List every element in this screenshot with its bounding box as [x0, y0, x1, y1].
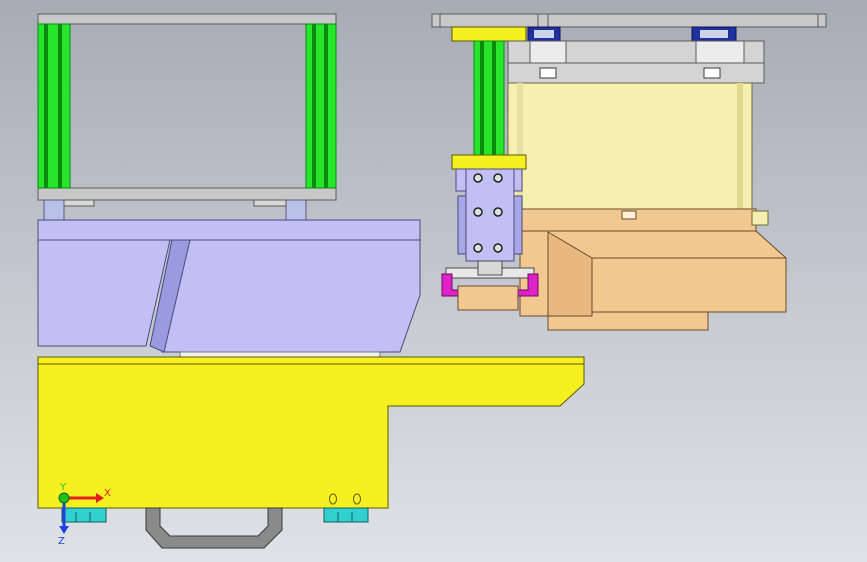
- cylinder: [507, 82, 753, 210]
- right-column-groove: [324, 24, 328, 188]
- gripper-side: [513, 195, 523, 255]
- left-column: [37, 23, 71, 189]
- support-bracket: [253, 199, 287, 207]
- bolt-face: [534, 30, 554, 38]
- lavender-block: [37, 219, 421, 353]
- base-handle: [145, 507, 283, 549]
- cad-model-view[interactable]: X Y Z: [0, 0, 867, 562]
- z-arrow-head: [59, 526, 69, 534]
- yellow-base-body: [37, 356, 585, 509]
- rail-groove: [492, 41, 496, 155]
- right-column: [305, 23, 337, 189]
- flange-nut: [703, 67, 721, 79]
- ring-slot: [621, 210, 637, 220]
- support-pin: [285, 199, 307, 221]
- support-pin: [43, 199, 65, 221]
- spacer-plate: [179, 351, 381, 358]
- z-axis-label: Z: [58, 536, 65, 547]
- x-axis-label: X: [104, 488, 111, 499]
- rail-body: [473, 40, 505, 156]
- cylinder-body: [507, 82, 753, 210]
- vertical-rail: [473, 40, 505, 156]
- screw-icon: [493, 243, 503, 253]
- foot-right: [323, 507, 369, 523]
- gripper-mount-block: [451, 154, 527, 170]
- top-plate: [431, 13, 827, 28]
- gripper-body: [465, 168, 515, 262]
- guide-block-top: [451, 26, 527, 42]
- flange-nut: [539, 67, 557, 79]
- screw-icon: [493, 207, 503, 217]
- rotary-body: [519, 208, 787, 331]
- side-tab: [751, 210, 769, 226]
- base-feet: [61, 507, 369, 523]
- support-bracket: [63, 199, 95, 207]
- y-axis-dot: [58, 492, 70, 504]
- screw-icon: [493, 173, 503, 183]
- screw-icon: [473, 243, 483, 253]
- flange-boss: [695, 40, 745, 64]
- graphics-viewport[interactable]: X Y Z: [0, 0, 867, 562]
- flange-boss: [529, 40, 567, 64]
- screw-icon: [473, 173, 483, 183]
- frame-bottom-plate: [37, 187, 337, 201]
- gripped-part: [457, 285, 519, 311]
- left-support-pins: [43, 199, 307, 221]
- screw-icon: [473, 207, 483, 217]
- left-top-frame: [37, 13, 337, 201]
- left-column-groove: [44, 24, 48, 188]
- top-bolts: [527, 26, 737, 42]
- gripper-side: [457, 195, 467, 255]
- left-column-groove: [58, 24, 62, 188]
- flange: [507, 40, 765, 84]
- bolt-face: [700, 30, 728, 38]
- right-top-plate: [431, 13, 827, 28]
- finger-center: [477, 260, 503, 276]
- right-column-groove: [312, 24, 316, 188]
- rotary-ring: [519, 208, 757, 232]
- yellow-base: [37, 356, 585, 509]
- frame-top-plate: [37, 13, 337, 25]
- y-axis-label: Y: [59, 482, 67, 493]
- rail-groove: [480, 41, 484, 155]
- foot-left: [61, 507, 107, 523]
